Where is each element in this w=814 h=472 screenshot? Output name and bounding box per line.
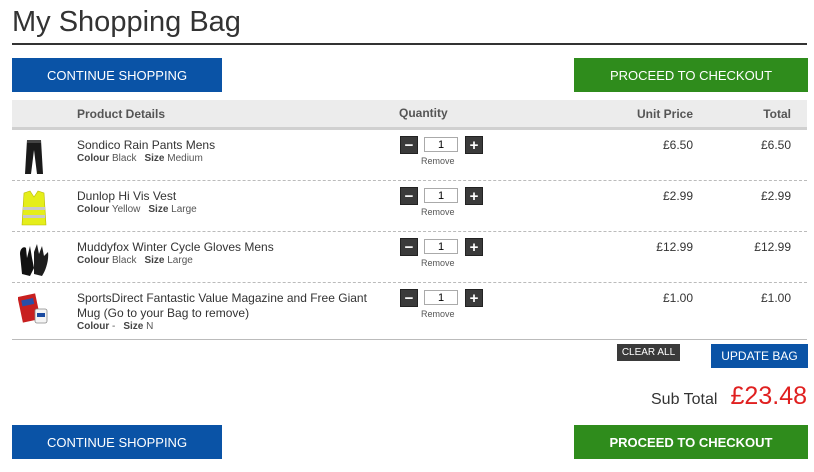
- colour-label: Colour: [77, 204, 110, 215]
- unit-price: £12.99: [656, 240, 693, 254]
- header-quantity: Quantity: [399, 106, 448, 120]
- quantity-input[interactable]: [424, 137, 458, 152]
- hi-vis-vest-icon: [21, 190, 47, 226]
- product-name[interactable]: Dunlop Hi Vis Vest: [77, 189, 387, 204]
- magazine-icon: [18, 293, 48, 324]
- product-name[interactable]: Muddyfox Winter Cycle Gloves Mens: [77, 240, 387, 255]
- colour-value: Black: [112, 153, 137, 164]
- table-row: Dunlop Hi Vis Vest Colour Yellow Size Lar…: [12, 181, 807, 232]
- decrease-quantity-button[interactable]: −: [400, 289, 418, 307]
- size-value: N: [146, 321, 154, 332]
- colour-value: Black: [112, 255, 137, 266]
- line-total: £12.99: [754, 240, 791, 254]
- increase-quantity-button[interactable]: +: [465, 289, 483, 307]
- increase-quantity-button[interactable]: +: [465, 136, 483, 154]
- table-header: Product Details Quantity Unit Price Tota…: [12, 100, 807, 130]
- update-bag-button[interactable]: UPDATE BAG: [711, 344, 808, 368]
- table-row: SportsDirect Fantastic Value Magazine an…: [12, 283, 807, 338]
- decrease-quantity-button[interactable]: −: [400, 187, 418, 205]
- product-attributes: Colour Black Size Medium: [77, 153, 203, 164]
- subtotal-value: £23.48: [730, 382, 807, 410]
- remove-link[interactable]: Remove: [421, 156, 455, 166]
- continue-shopping-button-bottom[interactable]: CONTINUE SHOPPING: [12, 425, 222, 459]
- line-total: £1.00: [760, 291, 791, 305]
- page-title: My Shopping Bag: [12, 6, 241, 38]
- clear-all-button[interactable]: CLEAR ALL: [617, 344, 680, 361]
- size-value: Large: [171, 204, 197, 215]
- quantity-input[interactable]: [424, 188, 458, 203]
- product-attributes: Colour Yellow Size Large: [77, 204, 197, 215]
- header-product-details: Product Details: [77, 107, 166, 121]
- header-unit-price: Unit Price: [636, 107, 693, 121]
- unit-price: £2.99: [662, 189, 693, 203]
- line-total: £6.50: [760, 138, 791, 152]
- colour-label: Colour: [77, 255, 110, 266]
- colour-label: Colour: [77, 153, 110, 164]
- colour-label: Colour: [77, 321, 110, 332]
- quantity-input[interactable]: [424, 239, 458, 254]
- table-row: Muddyfox Winter Cycle Gloves Mens Colour…: [12, 232, 807, 283]
- size-value: Medium: [167, 153, 203, 164]
- table-row: Sondico Rain Pants Mens Colour Black Size…: [12, 130, 807, 181]
- remove-link[interactable]: Remove: [421, 207, 455, 217]
- product-attributes: Colour - Size N: [77, 321, 153, 332]
- product-name[interactable]: Sondico Rain Pants Mens: [77, 138, 387, 153]
- unit-price: £1.00: [662, 291, 693, 305]
- colour-value: -: [112, 321, 116, 332]
- size-label: Size: [144, 255, 165, 266]
- size-value: Large: [167, 255, 193, 266]
- size-label: Size: [123, 321, 144, 332]
- line-total: £2.99: [760, 189, 791, 203]
- proceed-to-checkout-button-bottom[interactable]: PROCEED TO CHECKOUT: [574, 425, 808, 459]
- unit-price: £6.50: [662, 138, 693, 152]
- title-divider: [12, 43, 807, 45]
- rain-pants-icon: [25, 140, 43, 174]
- remove-link[interactable]: Remove: [421, 258, 455, 268]
- decrease-quantity-button[interactable]: −: [400, 136, 418, 154]
- increase-quantity-button[interactable]: +: [465, 238, 483, 256]
- remove-link[interactable]: Remove: [421, 309, 455, 319]
- header-total: Total: [763, 107, 791, 121]
- size-label: Size: [148, 204, 169, 215]
- increase-quantity-button[interactable]: +: [465, 187, 483, 205]
- product-name[interactable]: SportsDirect Fantastic Value Magazine an…: [77, 291, 387, 321]
- gloves-icon: [20, 244, 49, 276]
- table-bottom-divider: [12, 339, 807, 340]
- quantity-input[interactable]: [424, 290, 458, 305]
- subtotal-label: Sub Total: [651, 391, 718, 408]
- proceed-to-checkout-button-top[interactable]: PROCEED TO CHECKOUT: [574, 58, 808, 92]
- continue-shopping-button-top[interactable]: CONTINUE SHOPPING: [12, 58, 222, 92]
- decrease-quantity-button[interactable]: −: [400, 238, 418, 256]
- colour-value: Yellow: [111, 204, 141, 215]
- size-label: Size: [144, 153, 165, 164]
- product-attributes: Colour Black Size Large: [77, 255, 193, 266]
